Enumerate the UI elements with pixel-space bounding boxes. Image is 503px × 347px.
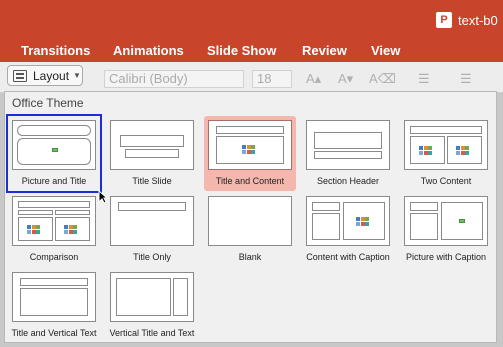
powerpoint-icon: P <box>436 12 452 28</box>
layout-thumbnail <box>306 120 390 170</box>
tab-animations[interactable]: Animations <box>113 43 184 58</box>
layout-title-only[interactable]: Title Only <box>106 192 198 267</box>
layout-title-and-vertical-text[interactable]: Title and Vertical Text <box>8 268 100 343</box>
document-title: P text-b0 <box>436 12 498 28</box>
ribbon-tabs: Transitions Animations Slide Show Review… <box>0 40 503 62</box>
font-name-field[interactable]: Calibri (Body) <box>104 70 244 88</box>
layout-label: Section Header <box>316 176 380 186</box>
content-placeholder-icon <box>242 145 259 154</box>
layout-label: Title Slide <box>132 176 172 186</box>
layout-thumbnail <box>110 196 194 246</box>
tab-transitions[interactable]: Transitions <box>21 43 90 58</box>
layout-thumbnail <box>306 196 390 246</box>
layout-title-slide[interactable]: Title Slide <box>106 116 198 191</box>
numbering-icon[interactable]: ☰ <box>460 71 472 87</box>
layout-button-label: Layout <box>33 68 70 83</box>
tab-review[interactable]: Review <box>302 43 347 58</box>
decrease-font-size-icon[interactable]: A▾ <box>338 71 353 87</box>
layout-thumbnail <box>404 120 488 170</box>
layout-label: Content with Caption <box>306 252 390 262</box>
layout-section-header[interactable]: Section Header <box>302 116 394 191</box>
layout-thumbnail <box>12 120 96 170</box>
tab-view[interactable]: View <box>371 43 400 58</box>
document-name: text-b0 <box>458 12 498 28</box>
mouse-cursor-icon <box>98 190 108 204</box>
tab-slide-show[interactable]: Slide Show <box>207 43 276 58</box>
increase-font-size-icon[interactable]: A▴ <box>306 71 321 87</box>
gallery-section-title: Office Theme <box>12 96 84 110</box>
font-size-field[interactable]: 18 <box>252 70 292 88</box>
chevron-down-icon: ▼ <box>73 71 81 80</box>
picture-icon <box>52 148 58 152</box>
layout-icon <box>13 69 27 82</box>
layout-thumbnail <box>208 120 292 170</box>
picture-icon <box>459 219 465 223</box>
layout-label: Title and Content <box>215 176 285 186</box>
layout-thumbnail <box>110 120 194 170</box>
layout-comparison[interactable]: Comparison <box>8 192 100 267</box>
bullets-icon[interactable]: ☰ <box>418 71 430 87</box>
layout-vertical-title-and-text[interactable]: Vertical Title and Text <box>106 268 198 343</box>
layout-picture-with-caption[interactable]: Picture with Caption <box>400 192 492 267</box>
layout-content-with-caption[interactable]: Content with Caption <box>302 192 394 267</box>
content-placeholder-icon <box>456 146 473 155</box>
layout-thumbnail <box>404 196 488 246</box>
clear-formatting-icon[interactable]: A⌫ <box>369 71 396 87</box>
content-placeholder-icon <box>64 225 81 234</box>
layout-label: Vertical Title and Text <box>109 328 195 338</box>
home-toolbar: Layout ▼ Calibri (Body) 18 A▴ A▾ A⌫ ☰ ☰ <box>0 62 503 93</box>
content-placeholder-icon <box>27 225 44 234</box>
layout-thumbnail <box>12 272 96 322</box>
layout-button[interactable]: Layout ▼ <box>7 65 83 86</box>
layout-label: Two Content <box>420 176 472 186</box>
layout-label: Picture and Title <box>21 176 87 186</box>
layout-label: Title Only <box>133 252 171 262</box>
layout-title-and-content[interactable]: Title and Content <box>204 116 296 191</box>
layout-thumbnail <box>208 196 292 246</box>
layout-label: Picture with Caption <box>405 252 487 262</box>
layout-label: Blank <box>238 252 262 262</box>
layout-two-content[interactable]: Two Content <box>400 116 492 191</box>
layout-label: Comparison <box>29 252 79 262</box>
layout-label: Title and Vertical Text <box>11 328 97 338</box>
content-placeholder-icon <box>356 217 373 226</box>
layout-picture-and-title[interactable]: Picture and Title <box>6 114 102 193</box>
title-bar: P text-b0 <box>0 0 503 40</box>
layout-thumbnail <box>110 272 194 322</box>
layout-blank[interactable]: Blank <box>204 192 296 267</box>
layout-thumbnail <box>12 196 96 246</box>
content-placeholder-icon <box>419 146 436 155</box>
